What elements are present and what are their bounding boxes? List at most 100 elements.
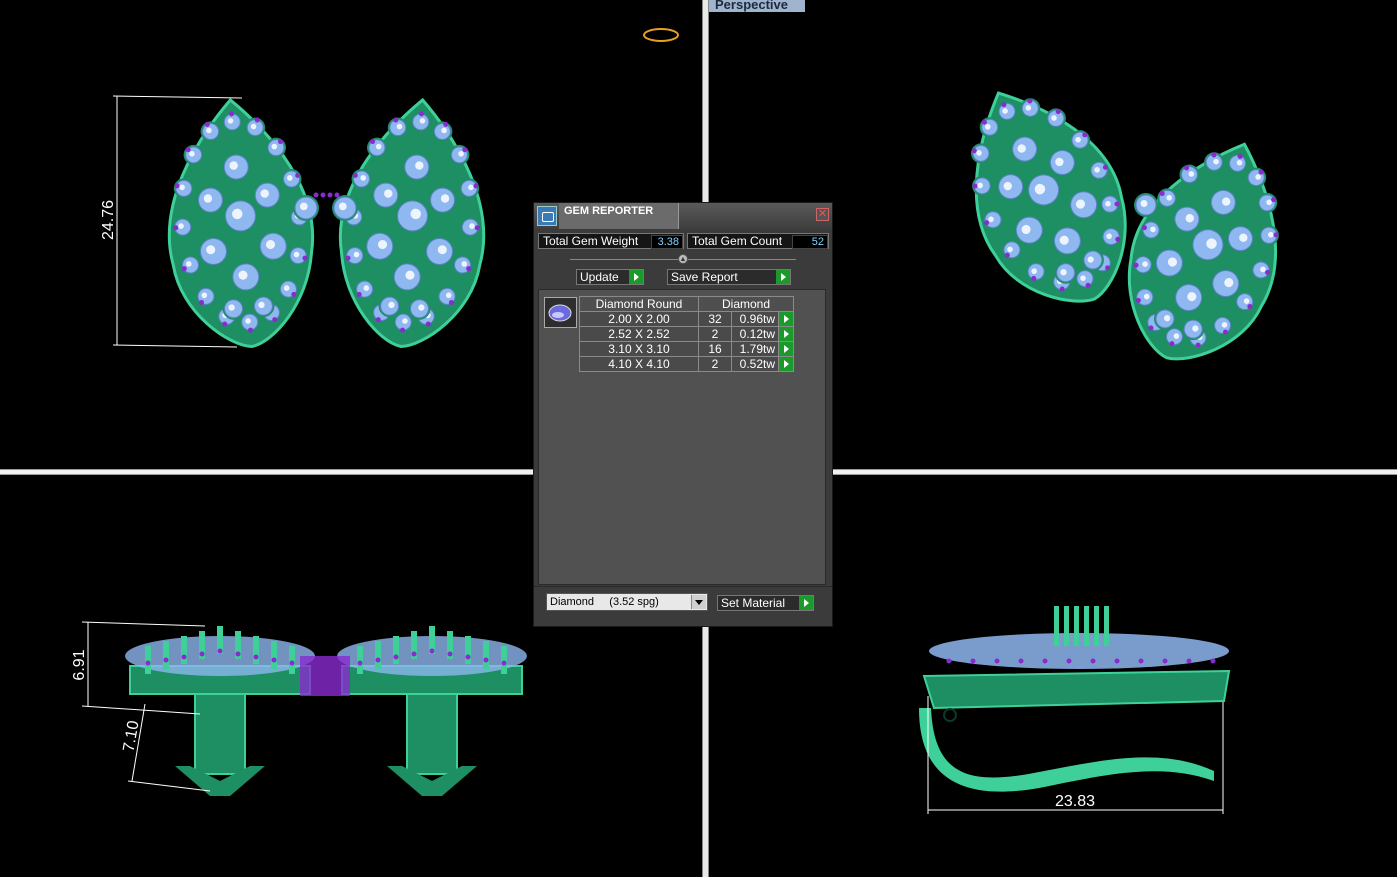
accent-gem: [393, 654, 399, 660]
accent-gem: [1186, 658, 1192, 664]
accent-gem: [375, 657, 381, 663]
accent-gem: [946, 658, 952, 664]
accent-gem: [501, 660, 507, 666]
update-button[interactable]: Update: [576, 269, 644, 285]
earring-hook: [919, 708, 1214, 792]
row-select-arrow-icon[interactable]: [778, 341, 794, 357]
gem-highlight: [1140, 200, 1148, 207]
accent-gem: [334, 192, 340, 198]
earring-post: [194, 693, 246, 775]
accent-gem: [1018, 658, 1024, 664]
prong: [181, 636, 187, 664]
gem-count: 2: [698, 356, 732, 372]
accent-gem: [327, 192, 333, 198]
accent-gem: [1066, 658, 1072, 664]
chevron-down-icon[interactable]: [691, 595, 706, 609]
gizmo-icon: [643, 28, 679, 42]
total-gem-weight-field: Total Gem Weight 3.38: [538, 233, 684, 249]
accent-gem: [313, 192, 319, 198]
prong: [1074, 606, 1079, 646]
gem-table-header: Diamond Round Diamond: [579, 296, 794, 312]
connector: [300, 656, 350, 696]
prong: [1054, 606, 1059, 646]
round-diamond-icon[interactable]: [544, 297, 577, 328]
accent-gem: [411, 651, 417, 657]
total-gem-count-label: Total Gem Count: [692, 234, 783, 248]
earring-leaf: [338, 97, 486, 348]
accent-gem: [970, 658, 976, 664]
accent-gem: [465, 654, 471, 660]
gem-count: 2: [698, 326, 732, 342]
prong: [393, 636, 399, 664]
panel-titlebar[interactable]: GEM REPORTER ✕: [534, 203, 832, 229]
gem-size: 2.00 X 2.00: [579, 311, 699, 327]
prong: [1084, 606, 1089, 646]
front-earring: [337, 626, 527, 796]
prong: [483, 641, 489, 669]
gem-highlight: [338, 202, 347, 211]
accent-gem: [235, 651, 241, 657]
accent-gem: [145, 660, 151, 666]
close-icon[interactable]: ✕: [816, 208, 829, 221]
play-arrow-icon: [799, 596, 813, 610]
gem-list-area[interactable]: Diamond Round Diamond 2.00 X 2.00 32 0.9…: [538, 289, 826, 585]
play-arrow-icon: [629, 270, 643, 284]
viewport-label-perspective[interactable]: Perspective: [709, 0, 805, 12]
total-gem-count-value: 52: [792, 235, 828, 249]
accent-gem: [199, 651, 205, 657]
row-select-arrow-icon[interactable]: [778, 311, 794, 327]
row-select-arrow-icon[interactable]: [778, 326, 794, 342]
viewport-splitter-horizontal-left[interactable]: [0, 469, 535, 475]
accent-gem: [253, 654, 259, 660]
material-select-value: Diamond (3.52 spg): [550, 596, 659, 608]
collapse-toggle-icon[interactable]: ▲: [678, 254, 688, 264]
material-select[interactable]: Diamond (3.52 spg): [546, 593, 708, 611]
gem-reporter-panel[interactable]: GEM REPORTER ✕ Total Gem Weight 3.38 Tot…: [533, 202, 833, 627]
table-row[interactable]: 3.10 X 3.10 16 1.79tw: [579, 341, 794, 357]
gem-highlight: [299, 202, 308, 211]
accent-gem: [163, 657, 169, 663]
earring-leaf: [1127, 142, 1279, 361]
viewport-splitter-horizontal-right[interactable]: [831, 469, 1397, 475]
gem-weight: 0.96tw: [731, 311, 779, 327]
update-label: Update: [580, 270, 619, 284]
table-row[interactable]: 2.00 X 2.00 32 0.96tw: [579, 311, 794, 327]
table-row[interactable]: 4.10 X 4.10 2 0.52tw: [579, 356, 794, 372]
table-row[interactable]: 2.52 X 2.52 2 0.12tw: [579, 326, 794, 342]
gem-weight: 0.12tw: [731, 326, 779, 342]
prong: [501, 646, 507, 674]
accent-gem: [1114, 658, 1120, 664]
panel-separator: [534, 586, 832, 587]
accent-gem: [357, 660, 363, 666]
accent-gem: [181, 654, 187, 660]
gem-count: 32: [698, 311, 732, 327]
accent-gem: [271, 657, 277, 663]
gem-size: 3.10 X 3.10: [579, 341, 699, 357]
gem-count: 16: [698, 341, 732, 357]
accent-gem: [320, 192, 326, 198]
prong: [163, 641, 169, 669]
accent-gem: [1162, 658, 1168, 664]
prong: [1094, 606, 1099, 646]
hinge-icon: [943, 708, 957, 722]
accent-gem: [447, 651, 453, 657]
panel-title[interactable]: GEM REPORTER: [559, 203, 679, 229]
save-report-button[interactable]: Save Report: [667, 269, 791, 285]
total-gem-weight-value: 3.38: [651, 235, 683, 249]
header-shape: Diamond Round: [579, 296, 699, 312]
prong: [357, 646, 363, 674]
accent-gem: [1042, 658, 1048, 664]
set-material-button[interactable]: Set Material: [717, 595, 814, 611]
accent-gem: [1138, 658, 1144, 664]
dimension-line: [81, 705, 201, 715]
prong: [253, 636, 259, 664]
earring-post: [406, 693, 458, 775]
accent-gem: [483, 657, 489, 663]
gem-size: 2.52 X 2.52: [579, 326, 699, 342]
row-select-arrow-icon[interactable]: [778, 356, 794, 372]
dimension-line: [131, 703, 146, 782]
earring-side-body: [922, 669, 1231, 710]
prong: [289, 646, 295, 674]
total-gem-count-field: Total Gem Count 52: [687, 233, 829, 249]
prong: [145, 646, 151, 674]
